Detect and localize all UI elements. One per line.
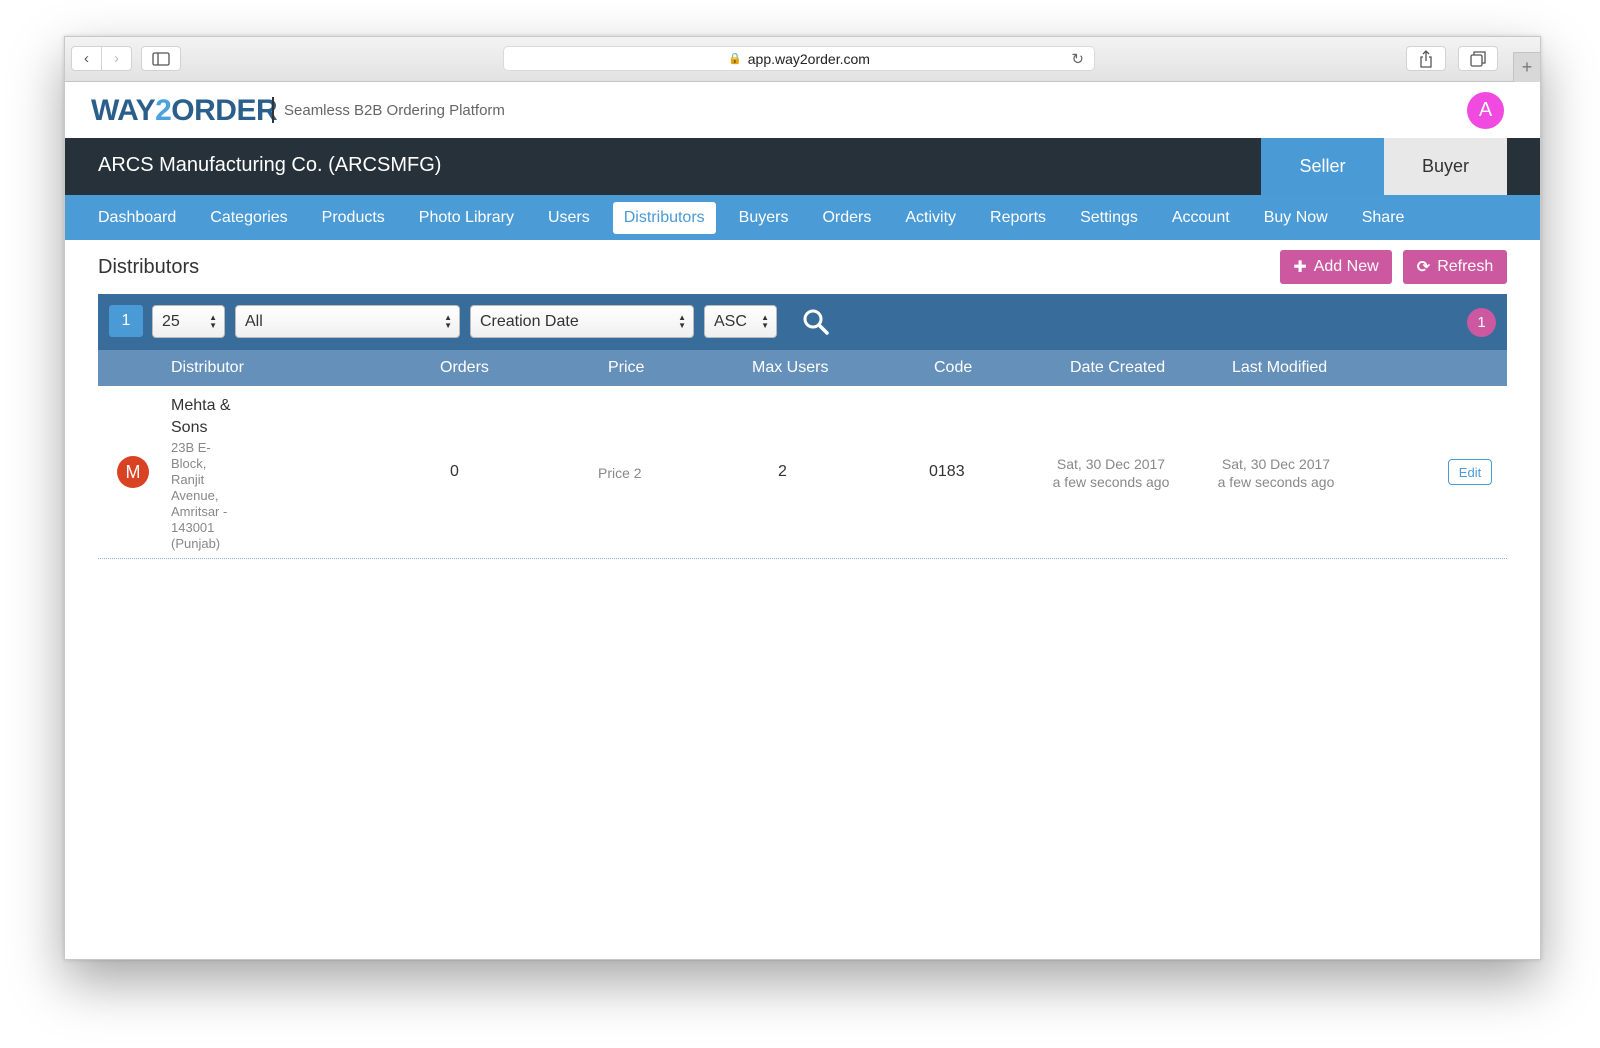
edit-button[interactable]: Edit <box>1448 459 1492 485</box>
max-users: 2 <box>778 463 787 480</box>
refresh-button[interactable]: ⟳ Refresh <box>1403 250 1507 284</box>
chevron-right-icon: › <box>114 50 119 67</box>
plus-icon: ✚ <box>1293 259 1307 276</box>
nav-item-reports[interactable]: Reports <box>979 202 1057 234</box>
column-header-last-modified[interactable]: Last Modified <box>1232 359 1327 377</box>
nav-item-dashboard[interactable]: Dashboard <box>87 202 187 234</box>
table-header: Distributor Orders Price Max Users Code … <box>98 350 1507 386</box>
seller-mode-tab[interactable]: Seller <box>1261 138 1384 195</box>
url-text: app.way2order.com <box>747 50 870 67</box>
nav-item-photo-library[interactable]: Photo Library <box>408 202 525 234</box>
lock-icon: 🔒 <box>728 53 742 65</box>
tabs-icon <box>1470 50 1486 67</box>
sort-by-select[interactable]: Creation Date ▲ ▼ <box>470 305 694 338</box>
tagline: Seamless B2B Ordering Platform <box>284 102 505 119</box>
sidebar-toggle-button[interactable] <box>141 46 181 71</box>
plus-icon: + <box>1521 57 1533 77</box>
select-arrows-icon: ▲ ▼ <box>678 313 686 330</box>
nav-item-distributors[interactable]: Distributors <box>612 201 716 234</box>
company-name: ARCS Manufacturing Co. (ARCSMFG) <box>98 154 442 176</box>
last-modified: Sat, 30 Dec 2017 a few seconds ago <box>1217 456 1335 490</box>
nav-item-buy-now[interactable]: Buy Now <box>1253 202 1339 234</box>
address-bar[interactable]: 🔒 app.way2order.com ↻ <box>503 46 1095 71</box>
page-title: Distributors <box>98 256 200 278</box>
share-button[interactable] <box>1406 46 1446 71</box>
result-count-badge: 1 <box>1467 308 1496 337</box>
back-button[interactable]: ‹ <box>71 46 102 71</box>
column-header-distributor[interactable]: Distributor <box>171 359 244 377</box>
distributor-address: 23B E-Block, Ranjit Avenue, Amritsar - 1… <box>171 440 228 551</box>
nav-item-settings[interactable]: Settings <box>1069 202 1149 234</box>
main-nav: Dashboard Categories Products Photo Libr… <box>65 195 1540 240</box>
select-arrows-icon: ▲ ▼ <box>209 313 217 330</box>
new-tab-button[interactable]: + <box>1513 52 1540 82</box>
orders-count: 0 <box>450 463 459 480</box>
page-title-row: Distributors ✚ Add New ⟳ Refresh <box>98 240 1507 294</box>
nav-item-activity[interactable]: Activity <box>894 202 967 234</box>
page-size-select[interactable]: 25 ▲ ▼ <box>152 305 225 338</box>
column-header-orders[interactable]: Orders <box>440 359 489 377</box>
select-arrows-icon: ▲ ▼ <box>761 313 769 330</box>
nav-item-products[interactable]: Products <box>311 202 396 234</box>
nav-item-account[interactable]: Account <box>1161 202 1241 234</box>
distributor-avatar: M <box>117 456 149 488</box>
nav-item-categories[interactable]: Categories <box>199 202 298 234</box>
chevron-left-icon: ‹ <box>84 50 89 67</box>
select-arrows-icon: ▲ ▼ <box>444 313 452 330</box>
nav-item-share[interactable]: Share <box>1351 202 1416 234</box>
add-new-button[interactable]: ✚ Add New <box>1280 250 1392 284</box>
column-header-date-created[interactable]: Date Created <box>1070 359 1165 377</box>
column-header-price[interactable]: Price <box>608 359 644 377</box>
user-avatar[interactable]: A <box>1467 92 1504 129</box>
nav-item-orders[interactable]: Orders <box>811 202 882 234</box>
forward-button[interactable]: › <box>101 46 132 71</box>
buyer-mode-tab[interactable]: Buyer <box>1384 138 1507 195</box>
table-row[interactable]: M Mehta & Sons 23B E-Block, Ranjit Avenu… <box>98 386 1507 559</box>
sort-order-select[interactable]: ASC ▲ ▼ <box>704 305 777 338</box>
page-content: Distributors ✚ Add New ⟳ Refresh 1 25 ▲ ▼… <box>65 240 1540 559</box>
column-header-code[interactable]: Code <box>934 359 972 377</box>
reload-icon[interactable]: ↻ <box>1071 50 1084 68</box>
way2order-logo[interactable]: WAY2ORDER <box>91 94 278 128</box>
tabs-overview-button[interactable] <box>1458 46 1498 71</box>
column-header-max-users[interactable]: Max Users <box>752 359 828 377</box>
browser-toolbar: ‹ › 🔒 app.way2order.com ↻ + <box>65 37 1540 82</box>
app-header: WAY2ORDER Seamless B2B Ordering Platform… <box>65 82 1540 138</box>
price-level: Price 2 <box>598 465 642 481</box>
nav-item-users[interactable]: Users <box>537 202 601 234</box>
distributor-name: Mehta & Sons <box>171 397 231 436</box>
list-toolbar: 1 25 ▲ ▼ All ▲ ▼ Creation Date ▲ ▼ ASC ▲ ▼ 1 <box>98 294 1507 350</box>
refresh-icon: ⟳ <box>1416 259 1431 276</box>
sidebar-icon <box>152 51 170 66</box>
distributor-code: 0183 <box>929 463 965 480</box>
search-icon[interactable] <box>802 308 830 336</box>
date-created: Sat, 30 Dec 2017 a few seconds ago <box>1052 456 1170 490</box>
page-number-button[interactable]: 1 <box>109 305 143 337</box>
nav-item-buyers[interactable]: Buyers <box>728 202 800 234</box>
filter-select[interactable]: All ▲ ▼ <box>235 305 460 338</box>
share-icon <box>1420 49 1432 68</box>
company-bar: ARCS Manufacturing Co. (ARCSMFG) Seller … <box>65 138 1540 195</box>
logo-divider <box>272 97 274 123</box>
browser-window: ‹ › 🔒 app.way2order.com ↻ + WAY2ORDER Se… <box>64 36 1541 960</box>
